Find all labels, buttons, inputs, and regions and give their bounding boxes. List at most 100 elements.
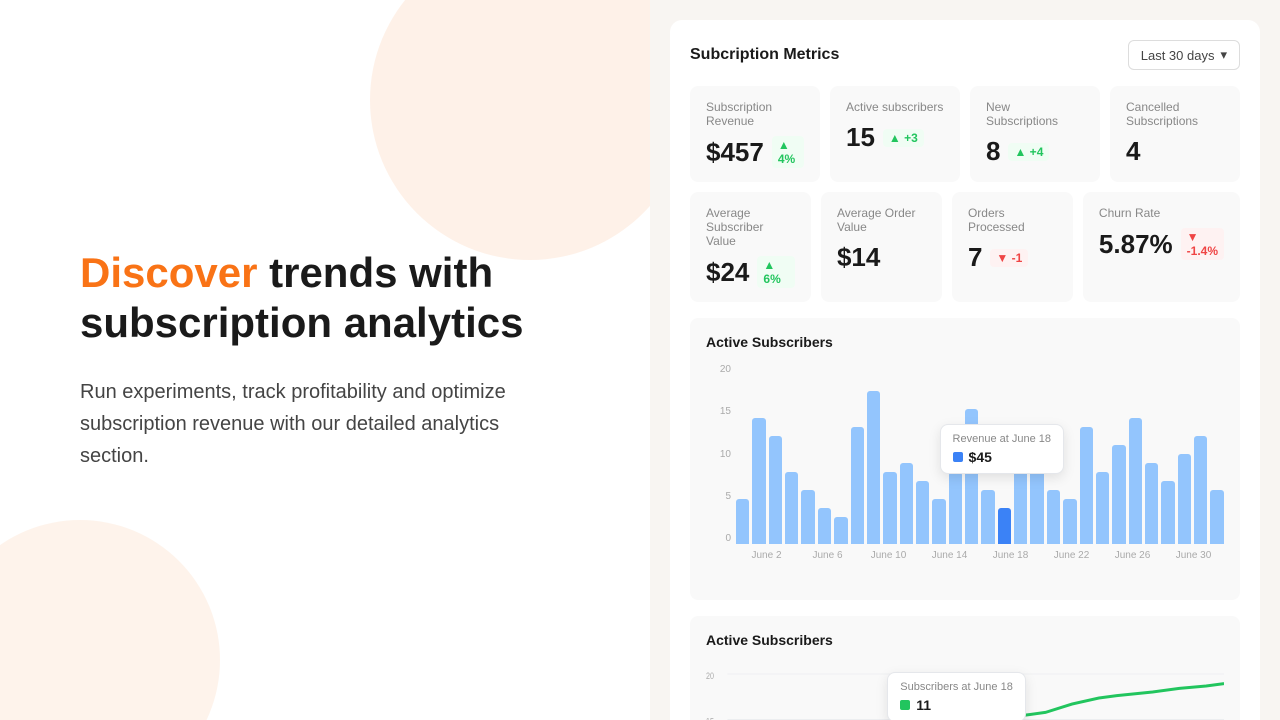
svg-text:20: 20: [706, 670, 714, 681]
bar[interactable]: [916, 481, 929, 544]
metric-value-row: $24▲ 6%: [706, 256, 795, 288]
bar[interactable]: [769, 436, 782, 544]
bar-wrapper: [834, 364, 847, 544]
left-panel: Discover trends with subscription analyt…: [0, 0, 650, 720]
y-axis: 05101520: [706, 364, 731, 544]
bar-wrapper: [851, 364, 864, 544]
bar[interactable]: [851, 427, 864, 544]
metric-card-1: Average Order Value $14: [821, 192, 942, 302]
line-tooltip-value-row: 11: [900, 697, 1013, 713]
bg-blob-bottom: [0, 520, 220, 720]
bar[interactable]: [1129, 418, 1142, 544]
metric-card-3: Cancelled Subscriptions 4: [1110, 86, 1240, 182]
dashboard-header: Subcription Metrics Last 30 days ▾: [690, 40, 1240, 70]
bar[interactable]: [949, 472, 962, 544]
metric-label: Average Order Value: [837, 206, 926, 234]
bar[interactable]: [900, 463, 913, 544]
bar[interactable]: [1063, 499, 1076, 544]
metric-value-row: $14: [837, 242, 926, 273]
line-chart-section: Active Subscribers 20 15 10: [690, 616, 1240, 720]
metric-label: New Subscriptions: [986, 100, 1084, 128]
line-tooltip-value: 11: [916, 697, 931, 713]
x-axis-label: June 30: [1163, 550, 1224, 561]
line-chart-tooltip: Subscribers at June 18 11: [887, 672, 1026, 720]
bar-wrapper: [998, 364, 1011, 544]
metric-badge: ▼ -1.4%: [1181, 228, 1224, 260]
metric-label: Cancelled Subscriptions: [1126, 100, 1224, 128]
bar[interactable]: [736, 499, 749, 544]
bar[interactable]: [883, 472, 896, 544]
bar-wrapper: [900, 364, 913, 544]
svg-text:15: 15: [706, 715, 714, 720]
dashboard-title: Subcription Metrics: [690, 46, 839, 64]
metric-badge: ▲ +3: [883, 129, 924, 147]
x-axis-label: June 18: [980, 550, 1041, 561]
chevron-down-icon: ▾: [1220, 47, 1227, 63]
line-tooltip-dot: [900, 700, 910, 710]
metric-badge: ▲ +4: [1008, 143, 1049, 161]
x-axis-label: June 26: [1102, 550, 1163, 561]
metric-value-row: 15 ▲ +3: [846, 122, 944, 153]
bar-wrapper: [965, 364, 978, 544]
hero-title: Discover trends with subscription analyt…: [80, 248, 570, 349]
hero-subtitle: Run experiments, track profitability and…: [80, 376, 570, 472]
bar[interactable]: [834, 517, 847, 544]
metric-badge: ▼ -1: [990, 249, 1028, 267]
bar-wrapper: [1047, 364, 1060, 544]
x-axis-label: June 6: [797, 550, 858, 561]
y-axis-label: 0: [706, 533, 731, 544]
bar-chart: 05101520: [706, 364, 1224, 544]
bar-wrapper: [949, 364, 962, 544]
bar[interactable]: [1194, 436, 1207, 544]
bar[interactable]: [1210, 490, 1223, 544]
bar[interactable]: [1080, 427, 1093, 544]
bar[interactable]: [1047, 490, 1060, 544]
bar[interactable]: [1030, 454, 1043, 544]
bar-wrapper: [1014, 364, 1027, 544]
bar[interactable]: [998, 508, 1011, 544]
bar-wrapper: [818, 364, 831, 544]
metric-value-row: 8 ▲ +4: [986, 136, 1084, 167]
bar[interactable]: [1096, 472, 1109, 544]
line-chart-title: Active Subscribers: [706, 632, 1224, 648]
x-axis-label: June 14: [919, 550, 980, 561]
bar[interactable]: [785, 472, 798, 544]
metrics-row-1: Subscription Revenue$457▲ 4%Active subsc…: [690, 86, 1240, 182]
metric-card-0: Subscription Revenue$457▲ 4%: [690, 86, 820, 182]
date-filter-label: Last 30 days: [1141, 48, 1215, 63]
metric-badge: ▲ 6%: [757, 256, 795, 288]
bar[interactable]: [818, 508, 831, 544]
bar[interactable]: [932, 499, 945, 544]
metric-card-2: New Subscriptions 8 ▲ +4: [970, 86, 1100, 182]
date-filter-dropdown[interactable]: Last 30 days ▾: [1128, 40, 1240, 70]
hero-title-orange: Discover: [80, 249, 257, 296]
bar[interactable]: [1014, 436, 1027, 544]
bar[interactable]: [752, 418, 765, 544]
bar[interactable]: [1112, 445, 1125, 544]
x-axis-label: June 2: [736, 550, 797, 561]
metric-label: Subscription Revenue: [706, 100, 804, 128]
metric-label: Orders Processed: [968, 206, 1057, 234]
bar[interactable]: [965, 409, 978, 544]
bar[interactable]: [1145, 463, 1158, 544]
dashboard-card: Subcription Metrics Last 30 days ▾ Subsc…: [670, 20, 1260, 720]
bar[interactable]: [981, 490, 994, 544]
metric-card-1: Active subscribers15▲ +3: [830, 86, 960, 182]
metric-value-row: 4: [1126, 136, 1224, 167]
bar-chart-container: 05101520 June 2June 6June 10June 14June …: [706, 364, 1224, 584]
metric-value-row: 7▼ -1: [968, 242, 1057, 273]
bar[interactable]: [867, 391, 880, 544]
left-content: Discover trends with subscription analyt…: [80, 248, 570, 473]
y-axis-label: 5: [706, 491, 731, 502]
metric-value: 8: [986, 136, 1000, 167]
bar-wrapper: [932, 364, 945, 544]
line-tooltip-title: Subscribers at June 18: [900, 681, 1013, 693]
bar[interactable]: [1161, 481, 1174, 544]
bar[interactable]: [801, 490, 814, 544]
metric-value: 15: [846, 122, 875, 153]
right-panel: Subcription Metrics Last 30 days ▾ Subsc…: [650, 0, 1280, 720]
bar[interactable]: [1178, 454, 1191, 544]
bar-wrapper: [1030, 364, 1043, 544]
bar-wrapper: [1210, 364, 1223, 544]
bar-wrapper: [1063, 364, 1076, 544]
